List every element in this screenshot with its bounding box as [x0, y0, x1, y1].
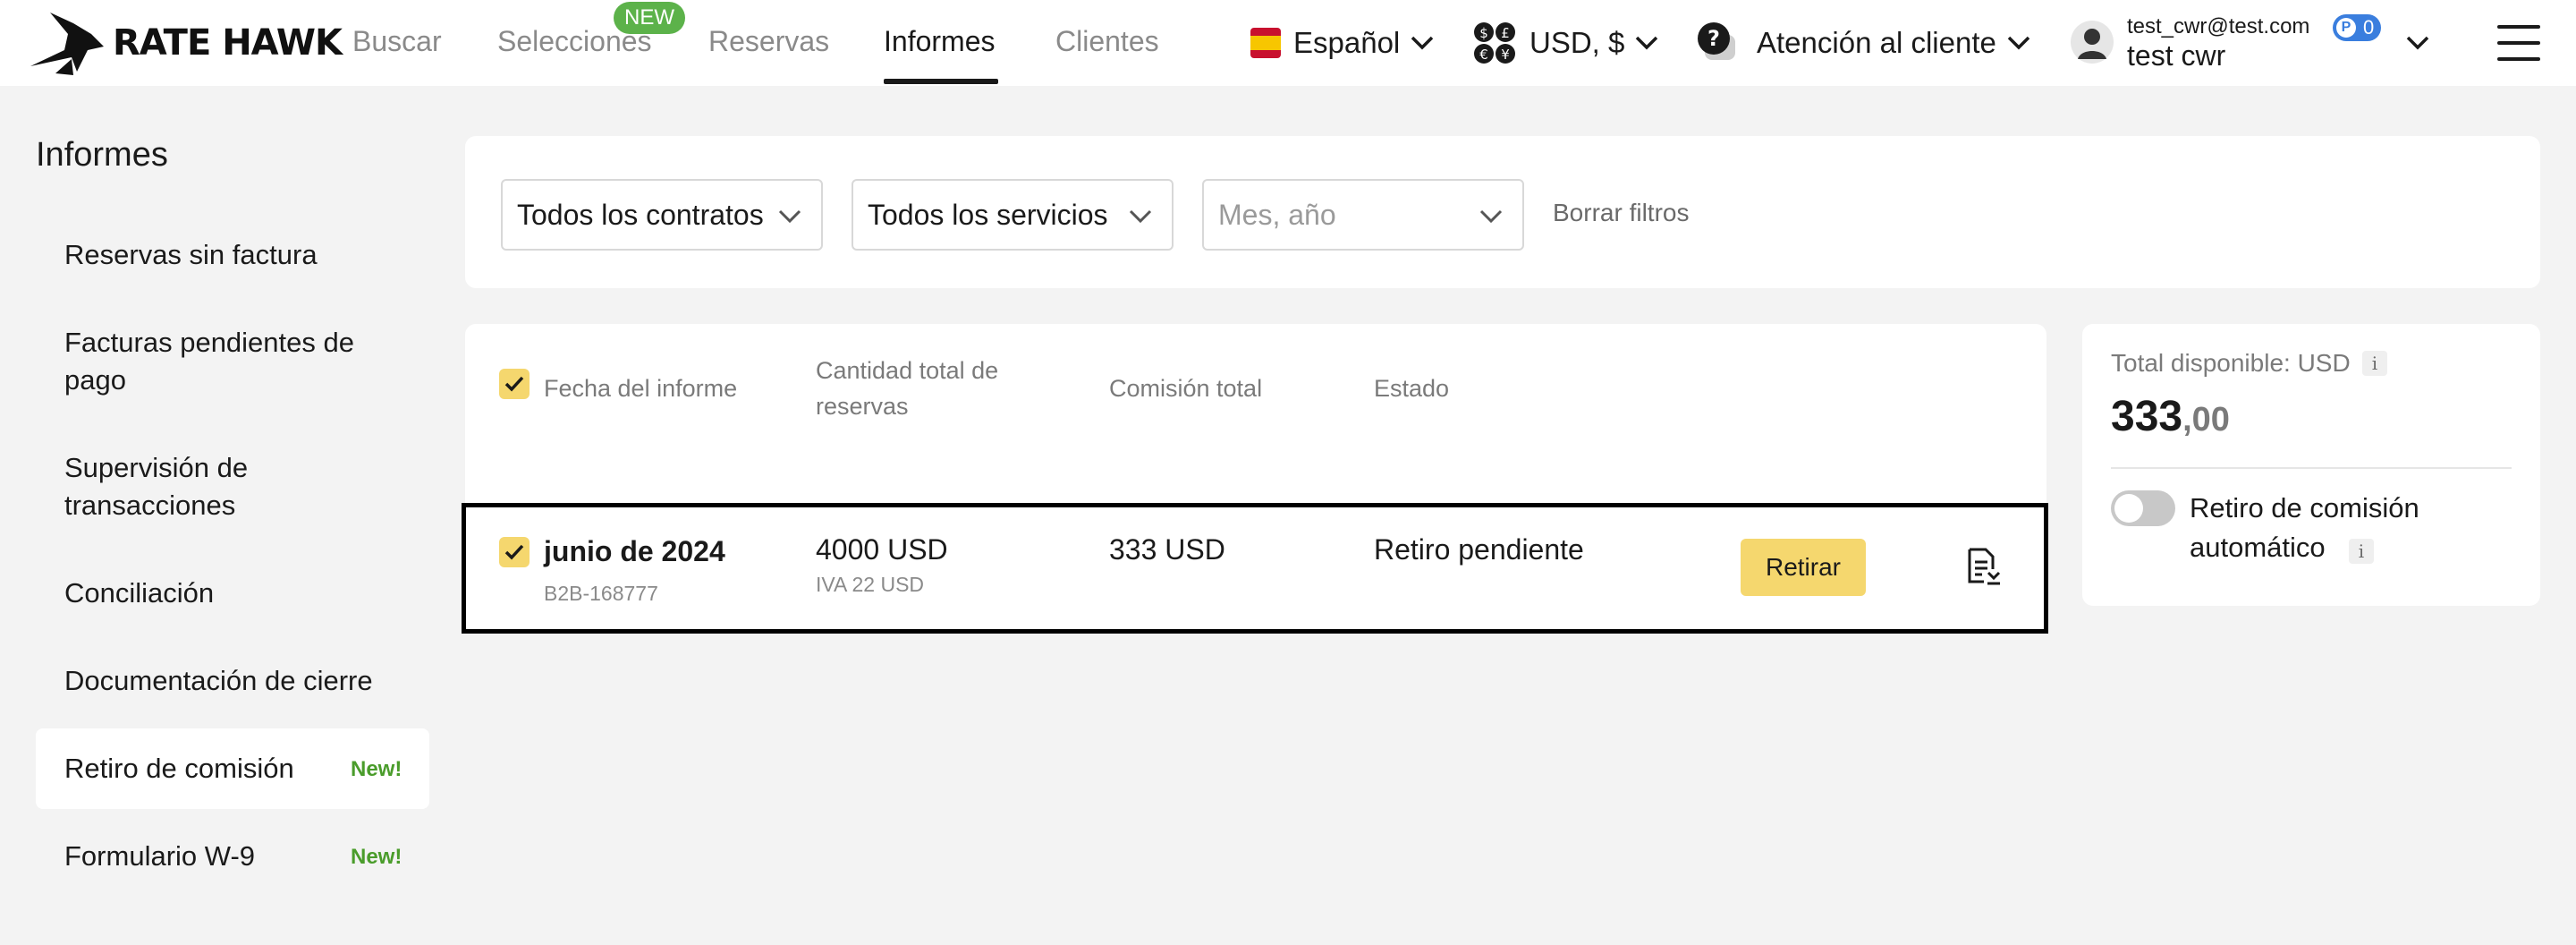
ratehawk-logo[interactable]: RATE HAWK	[29, 7, 343, 79]
user-email: test_cwr@test.com	[2127, 14, 2310, 38]
new-badge: NEW	[614, 2, 685, 34]
divider	[2111, 467, 2512, 469]
services-select[interactable]: Todos los servicios	[852, 179, 1174, 251]
points-value: 0	[2363, 16, 2375, 38]
header-total-commission: Comisión total	[1109, 375, 1263, 402]
info-icon[interactable]: i	[2362, 351, 2387, 376]
svg-text:¥: ¥	[1501, 47, 1510, 63]
month-year-placeholder: Mes, año	[1218, 198, 1336, 231]
checkmark-icon	[504, 544, 524, 560]
header-status: Estado	[1374, 375, 1450, 402]
active-nav-underline	[884, 79, 998, 84]
sidebar-item-documentacion[interactable]: Documentación de cierre	[64, 662, 422, 700]
available-total-amount: 333,00	[2111, 392, 2230, 441]
chevron-down-icon	[778, 209, 801, 224]
hawk-icon	[30, 13, 104, 75]
document-download-icon[interactable]	[1964, 546, 2002, 587]
amount-integer: 333	[2111, 393, 2183, 440]
currency-label: USD, $	[1530, 26, 1625, 59]
avatar-icon[interactable]	[2070, 20, 2114, 64]
row-vat: IVA 22 USD	[816, 573, 925, 596]
checkmark-icon	[504, 376, 524, 392]
currency-icon: $ £ € ¥	[1474, 22, 1515, 64]
row-report-id: B2B-168777	[544, 582, 658, 605]
amount-decimals: ,00	[2182, 401, 2230, 438]
select-all-checkbox[interactable]	[499, 369, 530, 399]
svg-text:$: $	[1479, 25, 1488, 41]
auto-withdraw-label: Retiro de comisión automático	[2190, 492, 2419, 563]
top-header: RATE HAWK Buscar Selecciones NEW Reserva…	[0, 0, 2576, 86]
new-badge: New!	[351, 845, 402, 869]
support-menu[interactable]: ? Atención al cliente	[1696, 18, 2032, 68]
support-chat-icon: ?	[1698, 22, 1735, 60]
points-icon: P	[2336, 18, 2356, 38]
sidebar-item-supervision[interactable]: Supervisión de transacciones	[64, 449, 422, 524]
language-label: Español	[1293, 26, 1401, 59]
currency-selector[interactable]: $ £ € ¥ USD, $	[1472, 18, 1660, 68]
nav-clientes[interactable]: Clientes	[1055, 25, 1159, 58]
auto-withdraw-toggle[interactable]	[2111, 490, 2175, 526]
clear-filters-link[interactable]: Borrar filtros	[1553, 199, 1689, 227]
row-status: Retiro pendiente	[1374, 533, 1584, 566]
header-total-bookings: Cantidad total de reservas	[816, 357, 999, 420]
chevron-down-icon	[1411, 36, 1434, 50]
row-report-date: junio de 2024	[544, 535, 725, 567]
sidebar-item-facturas-pendientes[interactable]: Facturas pendientes de pago	[64, 324, 422, 399]
nav-reservas[interactable]: Reservas	[708, 25, 829, 58]
svg-text:€: €	[1479, 47, 1488, 63]
row-total-bookings: 4000 USD	[816, 533, 948, 566]
language-selector[interactable]: Español	[1250, 18, 1436, 68]
svg-text:?: ?	[1707, 26, 1720, 51]
sidebar-title: Informes	[36, 136, 168, 174]
contracts-select[interactable]: Todos los contratos	[501, 179, 823, 251]
points-badge[interactable]: P 0	[2333, 14, 2382, 41]
nav-buscar[interactable]: Buscar	[352, 25, 442, 58]
user-name: test cwr	[2127, 39, 2226, 72]
svg-text:£: £	[1501, 25, 1510, 41]
row-commission: 333 USD	[1109, 533, 1225, 566]
filter-bar: Todos los contratos Todos los servicios …	[465, 136, 2540, 288]
support-label: Atención al cliente	[1757, 26, 1996, 59]
spain-flag-icon	[1250, 28, 1281, 58]
row-checkbox[interactable]	[499, 537, 530, 567]
new-badge: New!	[351, 757, 402, 781]
chevron-down-icon	[1636, 36, 1658, 50]
available-total-label: Total disponible: USD	[2111, 349, 2351, 377]
info-icon[interactable]: i	[2349, 539, 2374, 564]
sidebar-item-conciliacion[interactable]: Conciliación	[64, 575, 422, 612]
nav-informes[interactable]: Informes	[884, 25, 995, 58]
logo-text: RATE HAWK	[113, 22, 343, 64]
hamburger-menu-icon[interactable]	[2497, 25, 2540, 61]
services-select-value: Todos los servicios	[868, 198, 1108, 231]
chevron-down-icon	[1479, 209, 1503, 224]
sidebar-item-reservas-sin-factura[interactable]: Reservas sin factura	[64, 236, 422, 274]
header-report-date: Fecha del informe	[544, 375, 738, 402]
contracts-select-value: Todos los contratos	[517, 198, 764, 231]
chevron-down-icon	[1129, 209, 1152, 224]
withdraw-button[interactable]: Retirar	[1741, 539, 1866, 596]
month-year-select[interactable]: Mes, año	[1202, 179, 1524, 251]
chevron-down-icon[interactable]	[2404, 34, 2431, 52]
chevron-down-icon	[2007, 36, 2030, 50]
